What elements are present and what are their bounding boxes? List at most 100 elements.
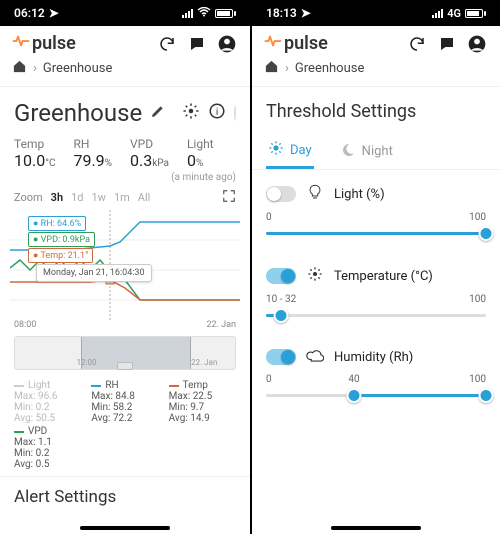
tab-night[interactable]: Night	[338, 132, 395, 169]
slider-humidity[interactable]: 0 40 100	[266, 372, 486, 406]
battery-icon	[465, 9, 486, 18]
vpd-swatch-icon	[14, 431, 24, 433]
metric-value: 0.3	[130, 151, 152, 170]
slider-thumb[interactable]	[479, 226, 494, 241]
stat-avg: Avg: 0.5	[14, 459, 81, 470]
status-time: 06:12	[14, 6, 45, 20]
bulb-icon	[306, 184, 324, 204]
scrubber-handle[interactable]	[117, 362, 133, 370]
cloud-icon	[306, 348, 324, 366]
legend-name: Temp	[183, 380, 208, 391]
threshold-light: Light (%) 0 100	[252, 170, 500, 252]
chevron-icon: ›	[33, 61, 37, 76]
home-icon[interactable]	[12, 59, 27, 78]
breadcrumb-current[interactable]: Greenhouse	[295, 61, 364, 76]
threshold-humidity: Humidity (Rh) 0 40 100	[252, 334, 500, 414]
legend-name: RH	[105, 380, 118, 391]
status-time: 18:13	[266, 6, 297, 20]
slider-thumb-low[interactable]	[347, 388, 362, 403]
account-button[interactable]	[466, 33, 488, 55]
toggle-humidity[interactable]	[266, 349, 296, 365]
signal-icon	[432, 8, 443, 18]
threshold-temperature: Temperature (°C) 10 - 32 100	[252, 252, 500, 334]
home-indicator[interactable]	[331, 526, 421, 530]
tooltip-time: Monday, Jan 21, 16:04:30	[36, 264, 152, 282]
threshold-label: Temperature (°C)	[334, 269, 433, 284]
main-chart[interactable]: ● RH: 64.6% ● VPD: 0.9kPa ● Temp: 21.1° …	[10, 210, 240, 320]
account-button[interactable]	[216, 33, 238, 55]
scrubber-tick: 12:00	[77, 358, 97, 367]
stat-avg: Avg: 50.5	[14, 413, 81, 424]
tab-day[interactable]: Day	[266, 132, 314, 169]
stat-min: Min: 0.2	[14, 448, 81, 459]
zoom-all[interactable]: All	[138, 191, 151, 204]
metric-unit: %	[105, 158, 112, 169]
chat-button[interactable]	[436, 33, 458, 55]
toggle-light[interactable]	[266, 186, 296, 202]
zoom-1d[interactable]: 1d	[71, 191, 83, 204]
status-light-icon	[234, 105, 236, 121]
time-scrubber[interactable]: 12:00 22. Jan	[14, 336, 236, 370]
zoom-1w[interactable]: 1w	[92, 191, 106, 204]
chat-button[interactable]	[186, 33, 208, 55]
notch	[80, 0, 170, 18]
info-button[interactable]: i	[208, 102, 226, 124]
alert-settings-header: Alert Settings	[0, 477, 250, 507]
app-logo: pulse	[264, 32, 328, 55]
slider-min-label: 0	[266, 212, 272, 223]
location-icon: ➤	[301, 6, 311, 20]
scrubber-tick: 22. Jan	[191, 358, 217, 367]
metric-label: VPD	[130, 137, 169, 151]
legend-name: Light	[28, 380, 50, 391]
zoom-label: Zoom	[14, 191, 43, 204]
slider-thumb-high[interactable]	[479, 388, 494, 403]
refresh-button[interactable]	[156, 33, 178, 55]
refresh-button[interactable]	[406, 33, 428, 55]
brand-text: pulse	[32, 33, 76, 54]
settings-button[interactable]	[182, 102, 200, 124]
tab-label: Night	[362, 144, 393, 159]
metric-unit: °C	[45, 158, 55, 169]
metric-label: Temp	[14, 137, 55, 151]
zoom-1m[interactable]: 1m	[114, 191, 130, 204]
day-night-tabs: Day Night	[252, 132, 500, 170]
home-icon[interactable]	[264, 59, 279, 78]
battery-icon	[215, 9, 236, 18]
pulse-logo-icon	[264, 32, 282, 55]
toggle-temperature[interactable]	[266, 268, 296, 284]
slider-min-label: 10 - 32	[266, 294, 296, 305]
metric-value: 10.0	[14, 151, 45, 170]
zoom-3h[interactable]: 3h	[51, 191, 63, 204]
stat-min: Min: 58.2	[91, 402, 158, 413]
slider-max-label: 100	[469, 374, 486, 385]
scrubber-selection[interactable]	[81, 337, 191, 369]
signal-icon	[182, 8, 193, 18]
location-icon: ➤	[49, 6, 59, 20]
network-label: 4G	[447, 7, 461, 20]
edit-button[interactable]	[150, 103, 166, 123]
gear-icon	[306, 266, 324, 286]
slider-light[interactable]: 0 100	[266, 210, 486, 244]
sun-icon	[268, 140, 284, 160]
stat-avg: Avg: 14.9	[169, 413, 236, 424]
dashboard-screen: 06:12➤ pulse › Greenhouse Greenhouse	[0, 0, 250, 534]
tooltip-rh: ● RH: 64.6%	[28, 216, 86, 231]
fullscreen-button[interactable]	[222, 189, 236, 206]
metrics-row: Temp 10.0°C RH 79.9% VPD 0.3kPa Light 0%	[0, 137, 250, 172]
stat-max: Max: 22.5	[169, 391, 236, 402]
page-title: Threshold Settings	[252, 87, 500, 132]
pulse-logo-icon	[12, 32, 30, 55]
tooltip-temp: ● Temp: 21.1°	[28, 248, 93, 263]
light-swatch-icon	[14, 385, 24, 387]
slider-max-label: 100	[469, 212, 486, 223]
metric-value: 79.9	[73, 151, 104, 170]
home-indicator[interactable]	[80, 526, 170, 530]
metric-label: RH	[73, 137, 112, 151]
stat-max: Max: 84.8	[91, 391, 158, 402]
slider-temperature[interactable]: 10 - 32 100	[266, 292, 486, 326]
metric-temp: Temp 10.0°C	[14, 137, 55, 170]
chart-x-axis: 08:00 22. Jan	[0, 320, 250, 330]
breadcrumb-current[interactable]: Greenhouse	[43, 61, 112, 76]
slider-thumb[interactable]	[274, 308, 289, 323]
slider-low-label: 40	[348, 374, 359, 385]
